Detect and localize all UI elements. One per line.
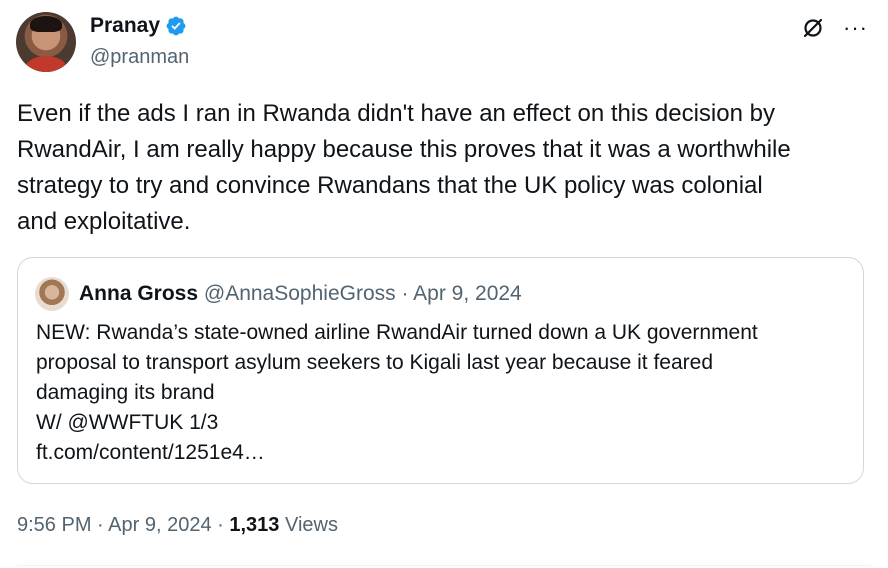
footer-separator: · — [97, 514, 109, 536]
avatar-shirt — [26, 56, 66, 72]
tweet-actions-top: ··· — [801, 16, 868, 40]
quoted-author-name: Anna Gross — [79, 282, 199, 305]
author-display-name[interactable]: Pranay — [90, 14, 160, 38]
quoted-date: Apr 9, 2024 — [413, 282, 522, 305]
author-avatar[interactable] — [16, 12, 76, 72]
views-label: Views — [285, 514, 338, 536]
tweet-text: Even if the ads I ran in Rwanda didn't h… — [17, 100, 791, 235]
quoted-separator: · — [401, 282, 414, 305]
quoted-tweet-header: Anna Gross @AnnaSophieGross · Apr 9, 202… — [79, 282, 522, 306]
footer-divider — [17, 565, 871, 566]
tweet-footer: 9:56 PM · Apr 9, 2024 · 1,313 Views — [17, 514, 338, 537]
avatar-hair — [30, 16, 62, 32]
quoted-tweet-card[interactable]: Anna Gross @AnnaSophieGross · Apr 9, 202… — [17, 257, 864, 484]
author-handle[interactable]: @pranman — [90, 46, 189, 69]
more-options-icon[interactable]: ··· — [843, 17, 868, 39]
footer-separator: · — [217, 514, 230, 536]
quoted-tweet-text: NEW: Rwanda’s state-owned airline RwandA… — [36, 321, 758, 464]
quoted-author-handle: @AnnaSophieGross — [203, 282, 396, 305]
tweet-date[interactable]: Apr 9, 2024 — [108, 514, 211, 536]
quoted-author-avatar — [35, 277, 69, 311]
author-name-row: Pranay — [90, 14, 187, 38]
views-count: 1,313 — [229, 514, 280, 536]
verified-badge-icon[interactable] — [165, 15, 187, 37]
tweet-time[interactable]: 9:56 PM — [17, 514, 91, 536]
grok-icon[interactable] — [801, 16, 825, 40]
